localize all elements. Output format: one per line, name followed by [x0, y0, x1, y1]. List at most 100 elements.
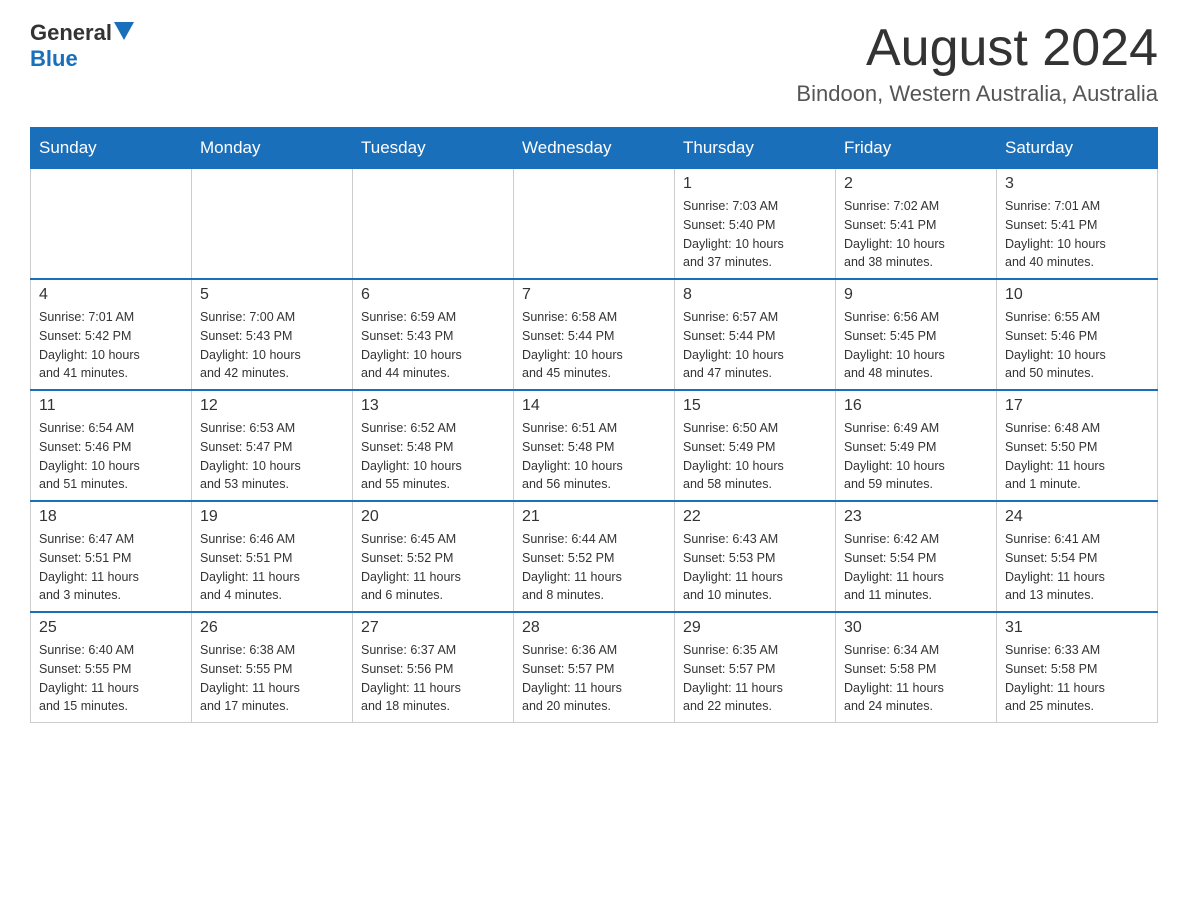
day-number: 9 [844, 286, 988, 304]
calendar-cell-w3-d6: 16 Sunrise: 6:49 AM Sunset: 5:49 PM Dayli… [836, 390, 997, 501]
calendar-cell-w2-d5: 8 Sunrise: 6:57 AM Sunset: 5:44 PM Daylig… [675, 279, 836, 390]
day-info: Sunrise: 6:37 AM Sunset: 5:56 PM Dayligh… [361, 641, 505, 716]
calendar-cell-w3-d7: 17 Sunrise: 6:48 AM Sunset: 5:50 PM Dayli… [997, 390, 1158, 501]
day-info: Sunrise: 6:55 AM Sunset: 5:46 PM Dayligh… [1005, 308, 1149, 383]
day-number: 13 [361, 397, 505, 415]
day-info: Sunrise: 6:48 AM Sunset: 5:50 PM Dayligh… [1005, 419, 1149, 494]
header-tuesday: Tuesday [353, 128, 514, 169]
days-header-row: Sunday Monday Tuesday Wednesday Thursday… [31, 128, 1158, 169]
day-info: Sunrise: 6:44 AM Sunset: 5:52 PM Dayligh… [522, 530, 666, 605]
week-row-4: 18 Sunrise: 6:47 AM Sunset: 5:51 PM Dayli… [31, 501, 1158, 612]
header-monday: Monday [192, 128, 353, 169]
day-number: 30 [844, 619, 988, 637]
day-info: Sunrise: 6:41 AM Sunset: 5:54 PM Dayligh… [1005, 530, 1149, 605]
day-number: 15 [683, 397, 827, 415]
location-subtitle: Bindoon, Western Australia, Australia [796, 81, 1158, 107]
logo-blue: Blue [30, 46, 134, 72]
day-info: Sunrise: 6:54 AM Sunset: 5:46 PM Dayligh… [39, 419, 183, 494]
day-info: Sunrise: 6:43 AM Sunset: 5:53 PM Dayligh… [683, 530, 827, 605]
day-info: Sunrise: 7:00 AM Sunset: 5:43 PM Dayligh… [200, 308, 344, 383]
day-number: 23 [844, 508, 988, 526]
calendar-cell-w4-d1: 18 Sunrise: 6:47 AM Sunset: 5:51 PM Dayli… [31, 501, 192, 612]
calendar-cell-w5-d7: 31 Sunrise: 6:33 AM Sunset: 5:58 PM Dayli… [997, 612, 1158, 723]
calendar-cell-w4-d2: 19Sunrise: 6:46 AM Sunset: 5:51 PM Dayli… [192, 501, 353, 612]
day-number: 26 [200, 619, 344, 637]
day-info: Sunrise: 6:42 AM Sunset: 5:54 PM Dayligh… [844, 530, 988, 605]
day-info: Sunrise: 7:02 AM Sunset: 5:41 PM Dayligh… [844, 197, 988, 272]
day-number: 19 [200, 508, 344, 526]
calendar-cell-w1-d3 [353, 169, 514, 280]
day-number: 17 [1005, 397, 1149, 415]
calendar-cell-w5-d4: 28 Sunrise: 6:36 AM Sunset: 5:57 PM Dayli… [514, 612, 675, 723]
day-number: 31 [1005, 619, 1149, 637]
day-info: Sunrise: 6:49 AM Sunset: 5:49 PM Dayligh… [844, 419, 988, 494]
calendar-cell-w3-d3: 13 Sunrise: 6:52 AM Sunset: 5:48 PM Dayli… [353, 390, 514, 501]
day-info: Sunrise: 6:33 AM Sunset: 5:58 PM Dayligh… [1005, 641, 1149, 716]
day-number: 7 [522, 286, 666, 304]
day-info: Sunrise: 7:03 AM Sunset: 5:40 PM Dayligh… [683, 197, 827, 272]
calendar-cell-w4-d3: 20 Sunrise: 6:45 AM Sunset: 5:52 PM Dayli… [353, 501, 514, 612]
day-number: 22 [683, 508, 827, 526]
title-section: August 2024 Bindoon, Western Australia, … [796, 20, 1158, 107]
day-number: 14 [522, 397, 666, 415]
calendar-cell-w3-d1: 11 Sunrise: 6:54 AM Sunset: 5:46 PM Dayli… [31, 390, 192, 501]
week-row-1: 1 Sunrise: 7:03 AM Sunset: 5:40 PM Daylig… [31, 169, 1158, 280]
day-info: Sunrise: 7:01 AM Sunset: 5:42 PM Dayligh… [39, 308, 183, 383]
day-info: Sunrise: 6:47 AM Sunset: 5:51 PM Dayligh… [39, 530, 183, 605]
calendar-cell-w4-d6: 23 Sunrise: 6:42 AM Sunset: 5:54 PM Dayli… [836, 501, 997, 612]
day-number: 20 [361, 508, 505, 526]
day-number: 6 [361, 286, 505, 304]
calendar-cell-w2-d7: 10 Sunrise: 6:55 AM Sunset: 5:46 PM Dayli… [997, 279, 1158, 390]
month-year-title: August 2024 [796, 20, 1158, 77]
calendar-cell-w4-d7: 24Sunrise: 6:41 AM Sunset: 5:54 PM Dayli… [997, 501, 1158, 612]
day-info: Sunrise: 6:36 AM Sunset: 5:57 PM Dayligh… [522, 641, 666, 716]
day-number: 27 [361, 619, 505, 637]
day-info: Sunrise: 6:34 AM Sunset: 5:58 PM Dayligh… [844, 641, 988, 716]
day-number: 10 [1005, 286, 1149, 304]
calendar-cell-w3-d4: 14 Sunrise: 6:51 AM Sunset: 5:48 PM Dayli… [514, 390, 675, 501]
day-number: 25 [39, 619, 183, 637]
day-info: Sunrise: 6:51 AM Sunset: 5:48 PM Dayligh… [522, 419, 666, 494]
day-info: Sunrise: 6:50 AM Sunset: 5:49 PM Dayligh… [683, 419, 827, 494]
page-header: General Blue August 2024 Bindoon, Wester… [30, 20, 1158, 107]
calendar-cell-w2-d6: 9 Sunrise: 6:56 AM Sunset: 5:45 PM Daylig… [836, 279, 997, 390]
header-friday: Friday [836, 128, 997, 169]
calendar-cell-w2-d3: 6 Sunrise: 6:59 AM Sunset: 5:43 PM Daylig… [353, 279, 514, 390]
calendar-cell-w4-d4: 21 Sunrise: 6:44 AM Sunset: 5:52 PM Dayli… [514, 501, 675, 612]
day-number: 28 [522, 619, 666, 637]
day-number: 2 [844, 175, 988, 193]
calendar-cell-w3-d2: 12Sunrise: 6:53 AM Sunset: 5:47 PM Dayli… [192, 390, 353, 501]
day-info: Sunrise: 6:57 AM Sunset: 5:44 PM Dayligh… [683, 308, 827, 383]
day-number: 18 [39, 508, 183, 526]
logo-triangle-icon [114, 22, 134, 40]
calendar-cell-w2-d2: 5 Sunrise: 7:00 AM Sunset: 5:43 PM Daylig… [192, 279, 353, 390]
calendar-cell-w5-d3: 27 Sunrise: 6:37 AM Sunset: 5:56 PM Dayli… [353, 612, 514, 723]
day-info: Sunrise: 6:56 AM Sunset: 5:45 PM Dayligh… [844, 308, 988, 383]
header-sunday: Sunday [31, 128, 192, 169]
day-info: Sunrise: 6:52 AM Sunset: 5:48 PM Dayligh… [361, 419, 505, 494]
logo-general: General [30, 20, 112, 46]
day-info: Sunrise: 6:59 AM Sunset: 5:43 PM Dayligh… [361, 308, 505, 383]
calendar-cell-w1-d4 [514, 169, 675, 280]
day-number: 21 [522, 508, 666, 526]
calendar-cell-w1-d6: 2 Sunrise: 7:02 AM Sunset: 5:41 PM Daylig… [836, 169, 997, 280]
calendar-cell-w5-d2: 26 Sunrise: 6:38 AM Sunset: 5:55 PM Dayli… [192, 612, 353, 723]
calendar-table: Sunday Monday Tuesday Wednesday Thursday… [30, 127, 1158, 723]
header-wednesday: Wednesday [514, 128, 675, 169]
day-number: 11 [39, 397, 183, 415]
day-number: 16 [844, 397, 988, 415]
week-row-5: 25 Sunrise: 6:40 AM Sunset: 5:55 PM Dayli… [31, 612, 1158, 723]
calendar-cell-w4-d5: 22 Sunrise: 6:43 AM Sunset: 5:53 PM Dayli… [675, 501, 836, 612]
calendar-cell-w5-d1: 25 Sunrise: 6:40 AM Sunset: 5:55 PM Dayli… [31, 612, 192, 723]
calendar-cell-w2-d4: 7Sunrise: 6:58 AM Sunset: 5:44 PM Daylig… [514, 279, 675, 390]
logo: General Blue [30, 20, 134, 73]
day-info: Sunrise: 6:40 AM Sunset: 5:55 PM Dayligh… [39, 641, 183, 716]
day-info: Sunrise: 6:45 AM Sunset: 5:52 PM Dayligh… [361, 530, 505, 605]
day-number: 8 [683, 286, 827, 304]
day-info: Sunrise: 6:38 AM Sunset: 5:55 PM Dayligh… [200, 641, 344, 716]
day-number: 3 [1005, 175, 1149, 193]
day-number: 29 [683, 619, 827, 637]
day-number: 5 [200, 286, 344, 304]
week-row-3: 11 Sunrise: 6:54 AM Sunset: 5:46 PM Dayli… [31, 390, 1158, 501]
day-number: 1 [683, 175, 827, 193]
